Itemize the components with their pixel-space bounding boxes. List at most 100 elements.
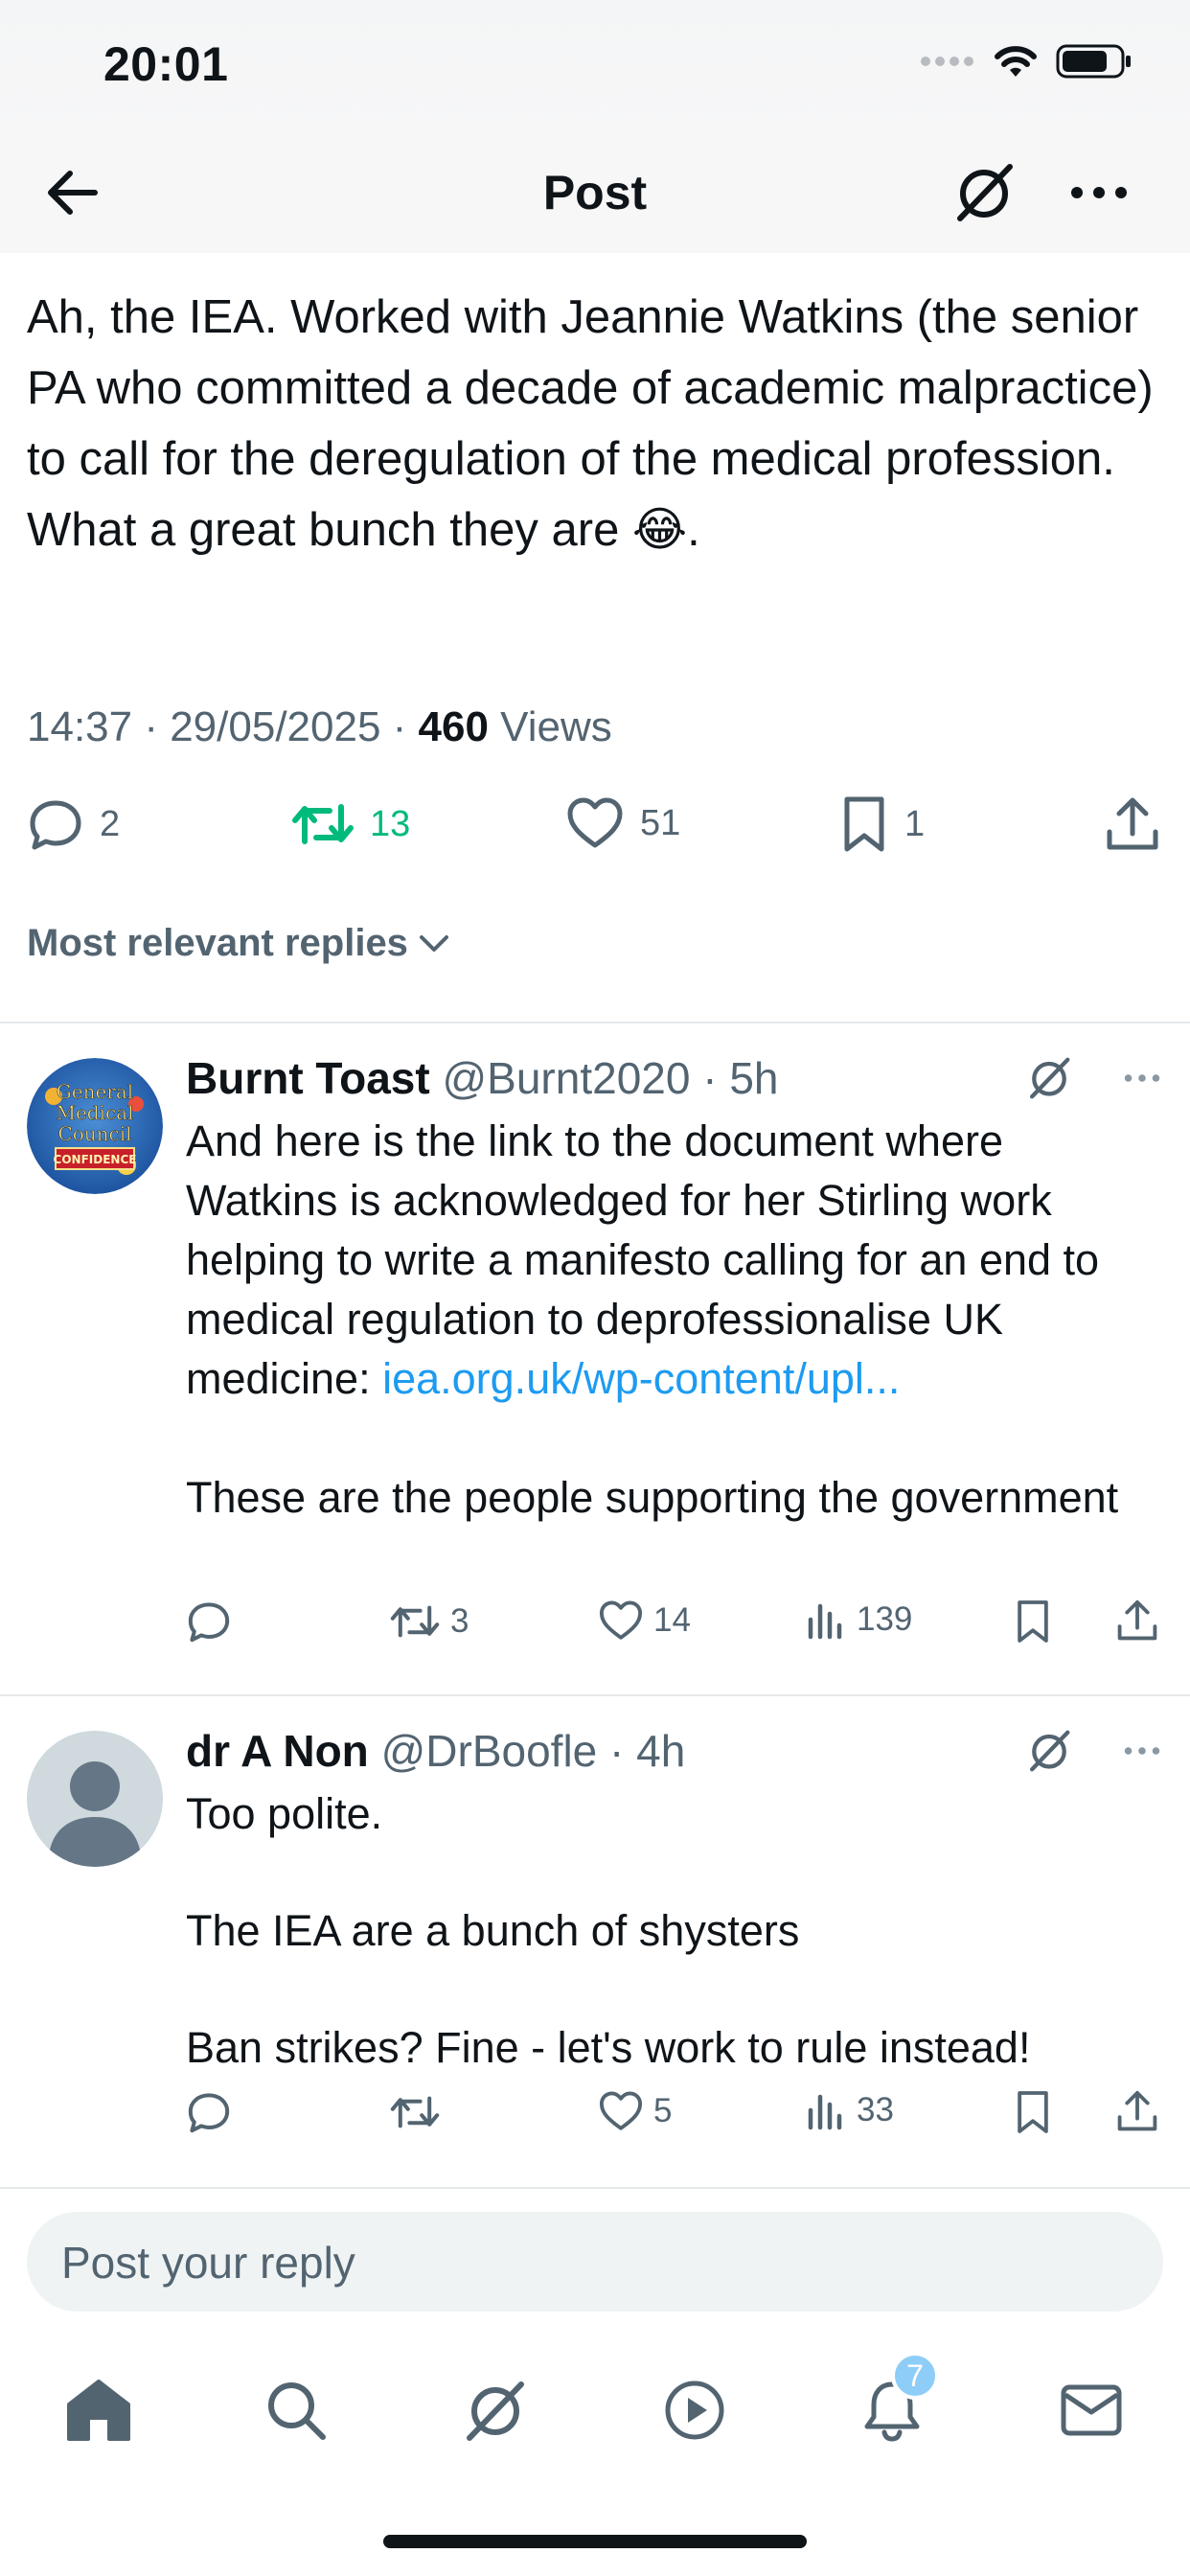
wifi-icon xyxy=(995,46,1037,77)
signal-icon xyxy=(921,57,973,66)
svg-text:CONFIDENCE: CONFIDENCE xyxy=(54,1153,137,1166)
share-button[interactable] xyxy=(1104,795,1161,853)
reply-icon xyxy=(188,2093,230,2133)
repost-button[interactable]: 13 xyxy=(291,795,410,853)
home-indicator[interactable] xyxy=(383,2535,807,2548)
nav-header: Post xyxy=(0,134,1190,253)
repost-icon xyxy=(390,1605,440,1638)
reply-actions: 5 33 xyxy=(0,2089,1190,2166)
repost-icon xyxy=(292,804,354,844)
more-icon[interactable] xyxy=(1121,1730,1163,1772)
bookmark-icon xyxy=(844,796,884,852)
like-button[interactable]: 14 xyxy=(598,1598,691,1643)
like-count: 14 xyxy=(653,1601,691,1639)
status-bar: 20:01 xyxy=(0,0,1190,134)
tab-notifications[interactable]: 7 xyxy=(849,2352,939,2453)
share-button[interactable] xyxy=(1115,1598,1159,1643)
post-meta: 14:37 · 29/05/2025 · 460 Views xyxy=(27,703,612,751)
like-button[interactable]: 5 xyxy=(598,2089,672,2133)
post-actions: 2 13 51 1 xyxy=(0,795,1190,872)
repost-icon xyxy=(390,2096,440,2128)
heart-icon xyxy=(567,797,623,848)
repost-button[interactable] xyxy=(389,2089,450,2135)
share-icon xyxy=(1107,797,1158,850)
tab-grok[interactable] xyxy=(452,2367,538,2453)
reply-item[interactable]: dr A Non @DrBoofle · 4h Too polite. The … xyxy=(0,1696,1190,2185)
reply-button[interactable] xyxy=(186,2089,241,2135)
author-handle[interactable]: @DrBoofle xyxy=(381,1726,598,1776)
reply-item[interactable]: General Medical Council CONFIDENCE Burnt… xyxy=(0,1024,1190,1694)
bookmark-count: 1 xyxy=(904,803,926,844)
battery-icon xyxy=(1056,44,1131,79)
replies-sort-dropdown[interactable]: Most relevant replies xyxy=(27,922,450,965)
heart-icon xyxy=(599,1600,643,1640)
default-avatar-icon xyxy=(48,1761,142,1867)
author-name[interactable]: dr A Non xyxy=(186,1726,369,1776)
reply-header: Burnt Toast @Burnt2020 · 5h xyxy=(186,1052,779,1104)
gmc-logo-avatar: General Medical Council CONFIDENCE xyxy=(27,1058,163,1194)
svg-text:Council: Council xyxy=(57,1122,131,1145)
post-age: · 4h xyxy=(597,1726,686,1776)
grok-icon[interactable] xyxy=(1025,1727,1073,1775)
reply-input[interactable]: Post your reply xyxy=(27,2212,1163,2312)
more-button[interactable] xyxy=(1065,159,1133,226)
like-count: 5 xyxy=(653,2092,673,2129)
reply-count: 2 xyxy=(100,803,121,844)
svg-text:General: General xyxy=(57,1080,133,1103)
reply-text-end: These are the people supporting the gove… xyxy=(186,1473,1119,1522)
reply-header-actions xyxy=(1025,1054,1163,1102)
views-count: 460 xyxy=(418,703,489,750)
status-icons xyxy=(920,42,1133,80)
reply-button[interactable] xyxy=(186,1598,241,1644)
bookmark-button[interactable] xyxy=(1014,1598,1052,1644)
reply-input-placeholder: Post your reply xyxy=(61,2238,355,2288)
reply-button[interactable]: 2 xyxy=(27,795,120,853)
repost-count: 13 xyxy=(370,803,411,844)
tab-search[interactable] xyxy=(253,2367,339,2453)
grok-button[interactable] xyxy=(950,159,1018,226)
like-button[interactable]: 51 xyxy=(565,795,680,851)
views-label: Views xyxy=(488,703,612,750)
notifications-badge: 7 xyxy=(891,2352,939,2400)
more-icon[interactable] xyxy=(1121,1057,1163,1099)
tab-bar: 7 xyxy=(0,2338,1190,2482)
reply-header: dr A Non @DrBoofle · 4h xyxy=(186,1725,685,1777)
avatar[interactable]: General Medical Council CONFIDENCE xyxy=(27,1058,163,1194)
bookmark-button[interactable]: 1 xyxy=(839,795,925,853)
grok-icon xyxy=(957,164,1013,221)
mail-icon xyxy=(1061,2384,1122,2436)
views-count: 139 xyxy=(857,1600,913,1638)
heart-icon xyxy=(599,2091,643,2130)
status-time: 20:01 xyxy=(103,37,229,91)
grok-icon xyxy=(467,2381,524,2441)
bookmark-icon xyxy=(1018,1600,1048,1643)
play-icon xyxy=(665,2380,724,2440)
reply-text: And here is the link to the document whe… xyxy=(186,1112,1144,1528)
like-count: 51 xyxy=(640,802,681,843)
divider xyxy=(0,2187,1190,2189)
tab-videos[interactable] xyxy=(652,2367,738,2453)
author-name[interactable]: Burnt Toast xyxy=(186,1053,430,1103)
repost-button[interactable]: 3 xyxy=(389,1598,469,1644)
tab-messages[interactable] xyxy=(1048,2367,1134,2453)
bookmark-button[interactable] xyxy=(1014,2089,1052,2135)
author-handle[interactable]: @Burnt2020 xyxy=(442,1053,690,1103)
avatar[interactable] xyxy=(27,1731,163,1867)
views-button[interactable]: 139 xyxy=(805,1598,912,1641)
views-count: 33 xyxy=(857,2091,894,2128)
search-icon xyxy=(268,2382,326,2440)
reply-actions: 3 14 139 xyxy=(0,1598,1190,1675)
reply-icon xyxy=(188,1602,230,1643)
reply-link[interactable]: iea.org.uk/wp-content/upl... xyxy=(382,1354,900,1403)
bookmark-icon xyxy=(1018,2091,1048,2133)
analytics-icon xyxy=(808,2094,842,2130)
views-button[interactable]: 33 xyxy=(805,2089,894,2131)
grok-icon[interactable] xyxy=(1025,1054,1073,1102)
sort-label: Most relevant replies xyxy=(27,922,408,964)
tab-home[interactable] xyxy=(56,2367,142,2453)
share-icon xyxy=(1117,1599,1157,1641)
post-text: Ah, the IEA. Worked with Jeannie Watkins… xyxy=(27,291,1154,556)
share-button[interactable] xyxy=(1115,2089,1159,2133)
post-timestamp: 14:37 · 29/05/2025 · xyxy=(27,703,419,750)
repost-count: 3 xyxy=(450,1602,469,1640)
